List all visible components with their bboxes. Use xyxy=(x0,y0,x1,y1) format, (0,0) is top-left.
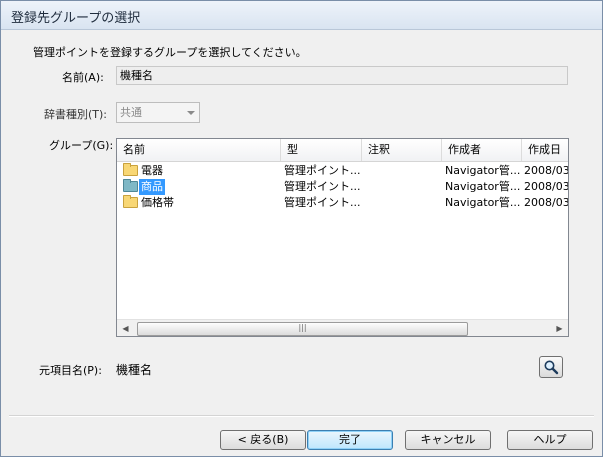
scroll-right-icon[interactable]: ▶ xyxy=(551,320,568,336)
row-type: 管理ポイント... xyxy=(284,164,361,177)
folder-icon xyxy=(123,195,138,208)
row-author: Navigator管... xyxy=(445,180,521,193)
window-title: 登録先グループの選択 xyxy=(11,11,141,26)
source-item-label: 元項目名(P): xyxy=(39,364,102,377)
dictionary-type-select[interactable]: 共通 xyxy=(116,102,200,123)
column-header-note[interactable]: 注釈 xyxy=(362,139,442,161)
title-bar[interactable]: 登録先グループの選択 xyxy=(1,1,602,30)
row-type: 管理ポイント... xyxy=(284,196,361,209)
group-list[interactable]: 名前 型 注釈 作成者 作成日 電器 管理ポイント... Navigator管.… xyxy=(116,138,569,337)
finish-button[interactable]: 完了 xyxy=(307,430,393,450)
horizontal-scrollbar[interactable]: ◀ ||| ▶ xyxy=(117,319,568,336)
scroll-thumb[interactable]: ||| xyxy=(137,322,468,336)
row-date: 2008/03. xyxy=(524,196,569,209)
folder-icon xyxy=(123,179,138,192)
group-list-header: 名前 型 注釈 作成者 作成日 xyxy=(117,139,568,162)
row-name: 電器 xyxy=(141,164,163,177)
row-type: 管理ポイント... xyxy=(284,180,361,193)
name-field: 機種名 xyxy=(116,66,568,85)
dictionary-type-label: 辞書種別(T): xyxy=(44,108,108,121)
table-row[interactable]: 価格帯 管理ポイント... Navigator管... 2008/03. xyxy=(117,195,569,211)
row-name: 価格帯 xyxy=(141,196,174,209)
column-header-author[interactable]: 作成者 xyxy=(442,139,522,161)
group-label: グループ(G): xyxy=(49,139,114,152)
row-author: Navigator管... xyxy=(445,196,521,209)
column-header-name[interactable]: 名前 xyxy=(117,139,281,161)
cancel-button[interactable]: キャンセル xyxy=(405,430,491,450)
back-button[interactable]: < 戻る(B) xyxy=(220,430,306,450)
row-author: Navigator管... xyxy=(445,164,521,177)
source-item-value: 機種名 xyxy=(116,363,153,377)
row-date: 2008/03. xyxy=(524,180,569,193)
search-button[interactable] xyxy=(539,356,563,378)
magnifier-icon xyxy=(544,360,559,375)
scroll-left-icon[interactable]: ◀ xyxy=(117,320,134,336)
row-date: 2008/03. xyxy=(524,164,569,177)
dictionary-type-value: 共通 xyxy=(120,106,142,119)
instruction-text: 管理ポイントを登録するグループを選択してください。 xyxy=(33,46,307,59)
help-button[interactable]: ヘルプ xyxy=(507,430,593,450)
name-label: 名前(A): xyxy=(62,71,104,84)
chevron-down-icon xyxy=(187,111,195,115)
folder-icon xyxy=(123,163,138,176)
dialog-window: 登録先グループの選択 管理ポイントを登録するグループを選択してください。 名前(… xyxy=(0,0,603,457)
column-header-type[interactable]: 型 xyxy=(281,139,362,161)
column-header-date[interactable]: 作成日 xyxy=(522,139,568,161)
table-row[interactable]: 商品 管理ポイント... Navigator管... 2008/03. xyxy=(117,179,569,195)
row-name: 商品 xyxy=(139,179,165,195)
button-separator xyxy=(9,415,594,417)
table-row[interactable]: 電器 管理ポイント... Navigator管... 2008/03. xyxy=(117,163,569,179)
